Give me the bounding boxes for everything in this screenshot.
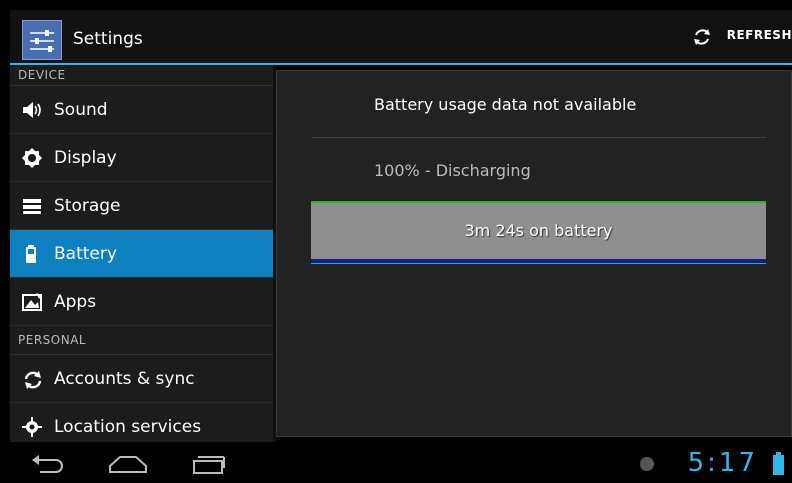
sidebar-item-location-services[interactable]: Location services: [10, 403, 273, 442]
sidebar-item-label: Apps: [54, 292, 97, 312]
battery-history-bar[interactable]: 3m 24s on battery: [311, 201, 766, 259]
location-icon: [22, 417, 42, 437]
battery-detail-pane: Battery usage data not available 100% - …: [276, 70, 792, 437]
speaker-icon: [22, 100, 42, 120]
charge-status: 100% - Discharging: [374, 161, 531, 180]
recent-apps-icon: [193, 456, 225, 474]
settings-sidebar: DEVICE Sound Display Storage Battery App…: [10, 65, 273, 442]
section-header-device: DEVICE: [10, 65, 273, 86]
storage-icon: [22, 196, 42, 216]
recent-apps-button[interactable]: [190, 454, 226, 478]
sidebar-item-label: Storage: [54, 196, 121, 216]
section-header-personal: PERSONAL: [10, 326, 273, 355]
sidebar-item-accounts-sync[interactable]: Accounts & sync: [10, 355, 273, 403]
apps-icon: [22, 292, 42, 312]
status-clock[interactable]: 5:17: [688, 448, 758, 478]
sidebar-item-label: Sound: [54, 100, 108, 120]
home-icon: [109, 456, 147, 473]
system-nav-bar: 5:17: [10, 442, 792, 483]
sidebar-item-label: Accounts & sync: [54, 369, 195, 389]
refresh-icon: [693, 29, 710, 45]
sidebar-item-apps[interactable]: Apps: [10, 278, 273, 326]
battery-history-baseline: [311, 259, 766, 264]
sidebar-item-label: Battery: [54, 244, 117, 264]
settings-app-icon[interactable]: [22, 20, 62, 60]
sidebar-item-storage[interactable]: Storage: [10, 182, 273, 230]
action-bar: Settings REFRESH: [10, 10, 792, 65]
usage-message: Battery usage data not available: [374, 95, 637, 114]
home-button[interactable]: [108, 454, 148, 478]
refresh-button[interactable]: REFRESH: [693, 28, 792, 45]
sidebar-item-battery[interactable]: Battery: [10, 230, 273, 278]
battery-time-label: 3m 24s on battery: [464, 221, 613, 240]
status-battery-icon: [773, 452, 784, 475]
battery-icon: [22, 244, 42, 264]
page-title: Settings: [73, 29, 143, 49]
sync-icon: [22, 369, 42, 389]
brightness-icon: [22, 148, 42, 168]
back-button[interactable]: [30, 454, 66, 478]
separator: [311, 137, 766, 138]
sidebar-item-display[interactable]: Display: [10, 134, 273, 182]
sidebar-item-label: Display: [54, 148, 117, 168]
refresh-label: REFRESH: [726, 28, 792, 42]
settings-window: Settings REFRESH DEVICE Sound Display St…: [10, 10, 792, 483]
sidebar-item-sound[interactable]: Sound: [10, 86, 273, 134]
notification-icon[interactable]: [640, 457, 654, 471]
back-icon: [32, 455, 63, 473]
sidebar-item-label: Location services: [54, 417, 202, 437]
